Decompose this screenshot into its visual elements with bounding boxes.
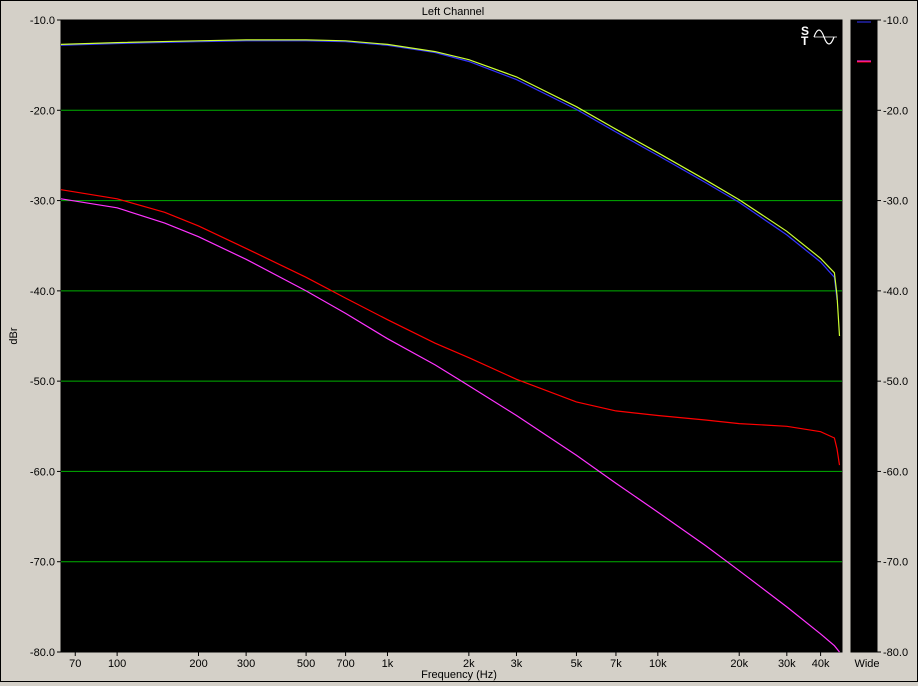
y-tick-label-right: -80.0 <box>883 647 908 659</box>
x-tick-label: 700 <box>336 658 354 670</box>
y-tick-label-right: -10.0 <box>883 15 908 27</box>
x-axis-label: Frequency (Hz) <box>421 669 497 681</box>
y-axis-label: dBr <box>8 327 20 344</box>
y-tick-label-right: -40.0 <box>883 286 908 298</box>
x-tick-label: 1k <box>382 658 394 670</box>
x-tick-label: 300 <box>237 658 255 670</box>
y-tick-label-right: -30.0 <box>883 196 908 208</box>
y-tick-label-right: -50.0 <box>883 376 908 388</box>
plot-area <box>60 19 843 653</box>
right-scale-label: Wide <box>854 658 879 670</box>
x-tick-label: 10k <box>649 658 667 670</box>
x-tick-label: 20k <box>730 658 748 670</box>
x-tick-label: 40k <box>812 658 830 670</box>
y-tick-label: -70.0 <box>30 557 55 569</box>
y-tick-label: -20.0 <box>30 105 55 117</box>
right-level-scale <box>850 19 878 653</box>
y-tick-label: -80.0 <box>30 647 55 659</box>
y-tick-label: -50.0 <box>30 376 55 388</box>
x-tick-label: 500 <box>297 658 315 670</box>
x-tick-label: 200 <box>189 658 207 670</box>
y-tick-label: -10.0 <box>30 15 55 27</box>
x-axis: 70 100 200 300 500 700 1k 2k 3k 5k 7k 10k 20k 30k 40k <box>69 652 830 670</box>
x-tick-label: 5k <box>571 658 583 670</box>
y-tick-label-right: -60.0 <box>883 466 908 478</box>
x-tick-label: 100 <box>108 658 126 670</box>
x-tick-label: 3k <box>511 658 523 670</box>
y-tick-label: -30.0 <box>30 196 55 208</box>
frequency-response-chart: Left Channel S T -10.0-20.0-30.0-40.0-50… <box>8 6 908 681</box>
y-axis-left: -10.0 -20.0 -30.0 -40.0 -50.0 -60.0 -70.0 -80.0 <box>30 15 61 659</box>
x-tick-label: 70 <box>69 658 81 670</box>
svg-text:T: T <box>801 34 809 48</box>
x-tick-label: 7k <box>610 658 622 670</box>
x-tick-label: 30k <box>778 658 796 670</box>
y-tick-label: -40.0 <box>30 286 55 298</box>
y-tick-label: -60.0 <box>30 466 55 478</box>
y-tick-label-right: -70.0 <box>883 557 908 569</box>
y-tick-label-right: -20.0 <box>883 105 908 117</box>
chart-window: Left Channel S T -10.0 -20.0 -30.0 -40.0 -50… <box>0 0 918 682</box>
y-axis-right: -10.0 -20.0 -30.0 -40.0 -50.0 -60.0 -70.0 -80.0 <box>877 15 908 659</box>
chart-title: Left Channel <box>422 6 484 18</box>
